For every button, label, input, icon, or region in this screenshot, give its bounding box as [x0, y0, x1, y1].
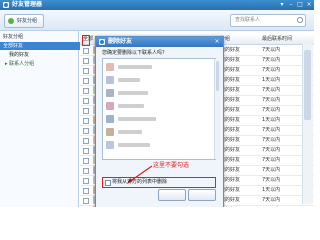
remove-from-their-list-checkbox[interactable] [105, 180, 111, 186]
dialog-list-item[interactable] [103, 100, 215, 112]
contact-name-redacted [118, 117, 156, 121]
qq-logo-icon [3, 2, 9, 8]
contact-name-redacted [118, 78, 140, 82]
sidebar: 好友分组 全部好友 我的好友 ▸ 联系人分组 [0, 31, 81, 207]
dialog-list-item[interactable] [103, 139, 215, 151]
header-last-contact[interactable]: 最后联系时间 [262, 35, 292, 44]
contact-name-redacted [118, 130, 142, 134]
sidebar-item-all-friends[interactable]: 全部好友 [0, 42, 81, 50]
row-last-contact: 7天以内 [262, 67, 281, 73]
dialog-list-item[interactable] [103, 61, 215, 73]
row-checkbox[interactable] [83, 198, 89, 204]
avatar [106, 102, 114, 110]
row-checkbox[interactable] [83, 188, 89, 194]
row-last-contact: 7天以内 [262, 107, 281, 113]
menu-icon[interactable]: ▾ [278, 1, 286, 8]
contact-name-redacted [118, 65, 152, 69]
avatar [106, 141, 114, 149]
dialog-close-icon[interactable]: × [213, 38, 221, 46]
row-last-contact: 7天以内 [262, 137, 281, 143]
row-last-contact: 1天以内 [262, 117, 281, 123]
dialog-buttons [102, 189, 218, 201]
toolbar: 好友分组 查找联系人 [0, 10, 314, 31]
sidebar-item-my-friends[interactable]: 我的好友 [0, 51, 29, 59]
row-last-contact: 7天以内 [262, 205, 280, 207]
row-last-contact: 7天以内 [262, 97, 281, 103]
row-last-contact: 1天以内 [262, 77, 281, 83]
sidebar-item-contact-group[interactable]: ▸ 联系人分组 [0, 60, 34, 68]
contact-name-redacted [118, 104, 144, 108]
row-last-contact: 7天以内 [262, 57, 281, 63]
row-checkbox[interactable] [83, 128, 89, 134]
dialog-title-bar: 删除好友 × [96, 37, 223, 47]
avatar [106, 115, 114, 123]
row-checkbox[interactable] [83, 58, 89, 64]
dialog-title: 删除好友 [108, 38, 133, 45]
contact-name-redacted [118, 91, 148, 95]
search-placeholder: 查找联系人 [235, 17, 261, 23]
sidebar-header: 好友分组 [3, 34, 24, 40]
remove-from-their-list-option[interactable]: 将我从对方的列表中删除 [102, 177, 216, 188]
row-checkbox[interactable] [83, 48, 89, 54]
search-input[interactable]: 查找联系人 [230, 14, 306, 27]
search-icon[interactable] [297, 17, 303, 23]
annotation-text: 这里不要勾选 [153, 162, 190, 169]
row-last-contact: 7天以内 [262, 167, 281, 173]
row-checkbox[interactable] [83, 178, 89, 184]
add-friend-icon [8, 18, 14, 24]
dialog-list-item[interactable] [103, 126, 215, 138]
row-last-contact: 7天以内 [262, 47, 281, 53]
delete-friend-dialog: 删除好友 × 您确定要删除以下联系人吗？ 这里不要勾选 将我从对方的列表中删除 [95, 36, 224, 207]
dialog-scroll-thumb[interactable] [216, 61, 219, 91]
row-checkbox[interactable] [83, 98, 89, 104]
dialog-contact-list [102, 58, 220, 160]
avatar [106, 63, 114, 71]
row-last-contact: 7天以内 [262, 177, 281, 183]
dialog-logo-icon [99, 39, 105, 45]
close-button[interactable]: × [305, 1, 313, 8]
friend-group-button[interactable]: 好友分组 [4, 14, 44, 28]
row-checkbox[interactable] [83, 88, 89, 94]
highlight-box-top [82, 35, 90, 46]
row-checkbox[interactable] [83, 148, 89, 154]
window-title: 好友管理器 [12, 1, 43, 8]
row-last-contact: 7天以内 [262, 147, 281, 153]
friend-manager-window: 好友管理器 ▾ – □ × 好友分组 查找联系人 好友分组 全部好友 我的好友 … [0, 0, 314, 207]
row-last-contact: 7天以内 [262, 127, 281, 133]
row-checkbox[interactable] [83, 118, 89, 124]
avatar [106, 76, 114, 84]
row-last-contact: 1天以内 [262, 187, 281, 193]
confirm-button[interactable] [158, 189, 186, 201]
minimize-button[interactable]: – [287, 1, 295, 8]
title-bar: 好友管理器 ▾ – □ × [0, 0, 314, 10]
remove-from-their-list-label: 将我从对方的列表中删除 [112, 179, 168, 185]
dialog-prompt: 您确定要删除以下联系人吗？ [102, 50, 168, 56]
row-checkbox[interactable] [83, 138, 89, 144]
contact-name-redacted [118, 143, 150, 147]
row-checkbox[interactable] [83, 68, 89, 74]
maximize-button[interactable]: □ [296, 1, 304, 8]
table-scrollbar[interactable] [302, 44, 313, 204]
cancel-button[interactable] [188, 189, 216, 201]
row-last-contact: 7天以内 [262, 157, 281, 163]
row-checkbox[interactable] [83, 108, 89, 114]
row-checkbox[interactable] [83, 78, 89, 84]
dialog-list-scrollbar[interactable] [214, 59, 220, 159]
dialog-list-item[interactable] [103, 74, 215, 86]
row-checkbox[interactable] [83, 168, 89, 174]
row-checkbox[interactable] [83, 158, 89, 164]
dialog-list-item[interactable] [103, 87, 215, 99]
friend-group-label: 好友分组 [17, 18, 38, 24]
row-last-contact: 7天以内 [262, 87, 281, 93]
avatar [106, 128, 114, 136]
scroll-thumb[interactable] [304, 50, 311, 120]
avatar [106, 89, 114, 97]
row-last-contact: 7天以内 [262, 197, 281, 203]
dialog-list-item[interactable] [103, 113, 215, 125]
